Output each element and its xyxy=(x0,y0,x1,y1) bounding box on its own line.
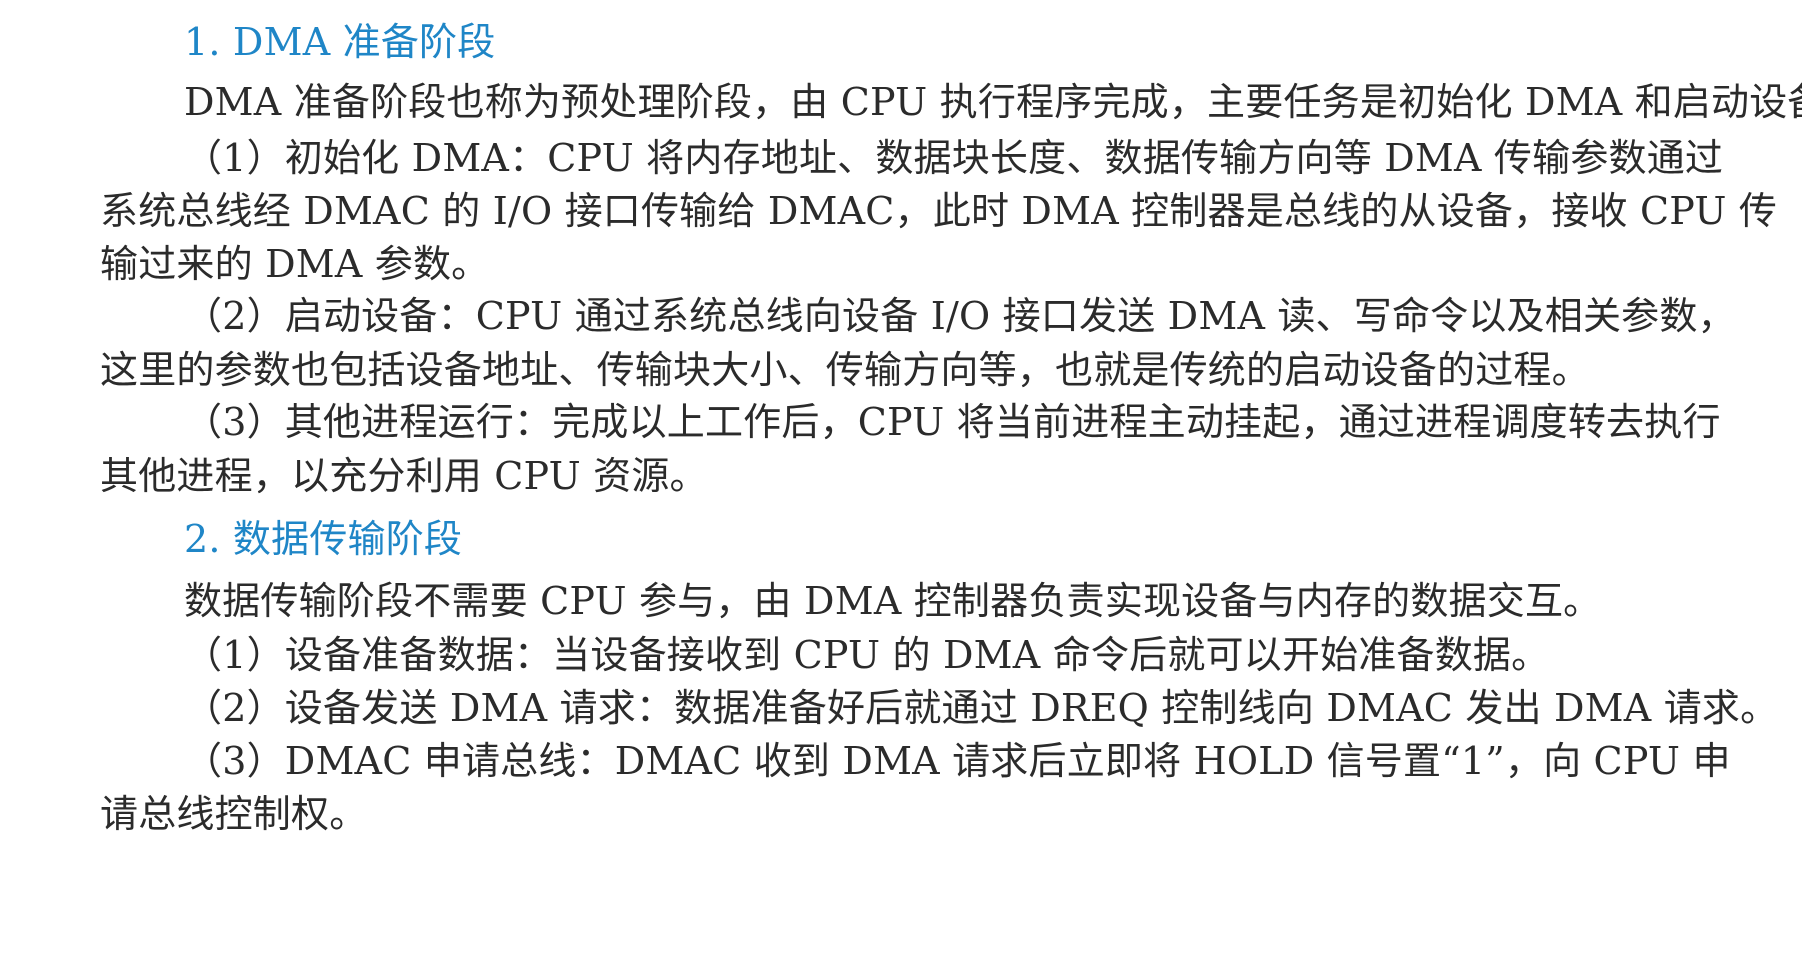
section-heading-2: 2. 数据传输阶段 xyxy=(184,517,463,561)
paragraph-line: 输过来的 DMA 参数。 xyxy=(100,242,490,286)
section-heading-1: 1. DMA 准备阶段 xyxy=(184,20,496,64)
paragraph-line: （3）DMAC 申请总线：DMAC 收到 DMA 请求后立即将 HOLD 信号置… xyxy=(184,739,1731,783)
paragraph-line: （1）初始化 DMA：CPU 将内存地址、数据块长度、数据传输方向等 DMA 传… xyxy=(184,136,1724,180)
paragraph-line: （1）设备准备数据：当设备接收到 CPU 的 DMA 命令后就可以开始准备数据。 xyxy=(184,633,1550,677)
paragraph-line: 其他进程，以充分利用 CPU 资源。 xyxy=(100,454,708,498)
paragraph-line: （2）启动设备：CPU 通过系统总线向设备 I/O 接口发送 DMA 读、写命令… xyxy=(184,294,1736,338)
paragraph-line: （2）设备发送 DMA 请求：数据准备好后就通过 DREQ 控制线向 DMAC … xyxy=(184,686,1779,730)
document-page: 1. DMA 准备阶段 DMA 准备阶段也称为预处理阶段，由 CPU 执行程序完… xyxy=(0,0,1802,962)
paragraph-line: 系统总线经 DMAC 的 I/O 接口传输给 DMAC，此时 DMA 控制器是总… xyxy=(100,189,1778,233)
paragraph-line: （3）其他进程运行：完成以上工作后，CPU 将当前进程主动挂起，通过进程调度转去… xyxy=(184,400,1721,444)
section-intro-1: DMA 准备阶段也称为预处理阶段，由 CPU 执行程序完成，主要任务是初始化 D… xyxy=(184,80,1802,124)
paragraph-line: 这里的参数也包括设备地址、传输块大小、传输方向等，也就是传统的启动设备的过程。 xyxy=(100,348,1590,392)
section-intro-2: 数据传输阶段不需要 CPU 参与，由 DMA 控制器负责实现设备与内存的数据交互… xyxy=(184,579,1602,623)
paragraph-line: 请总线控制权。 xyxy=(100,792,368,836)
